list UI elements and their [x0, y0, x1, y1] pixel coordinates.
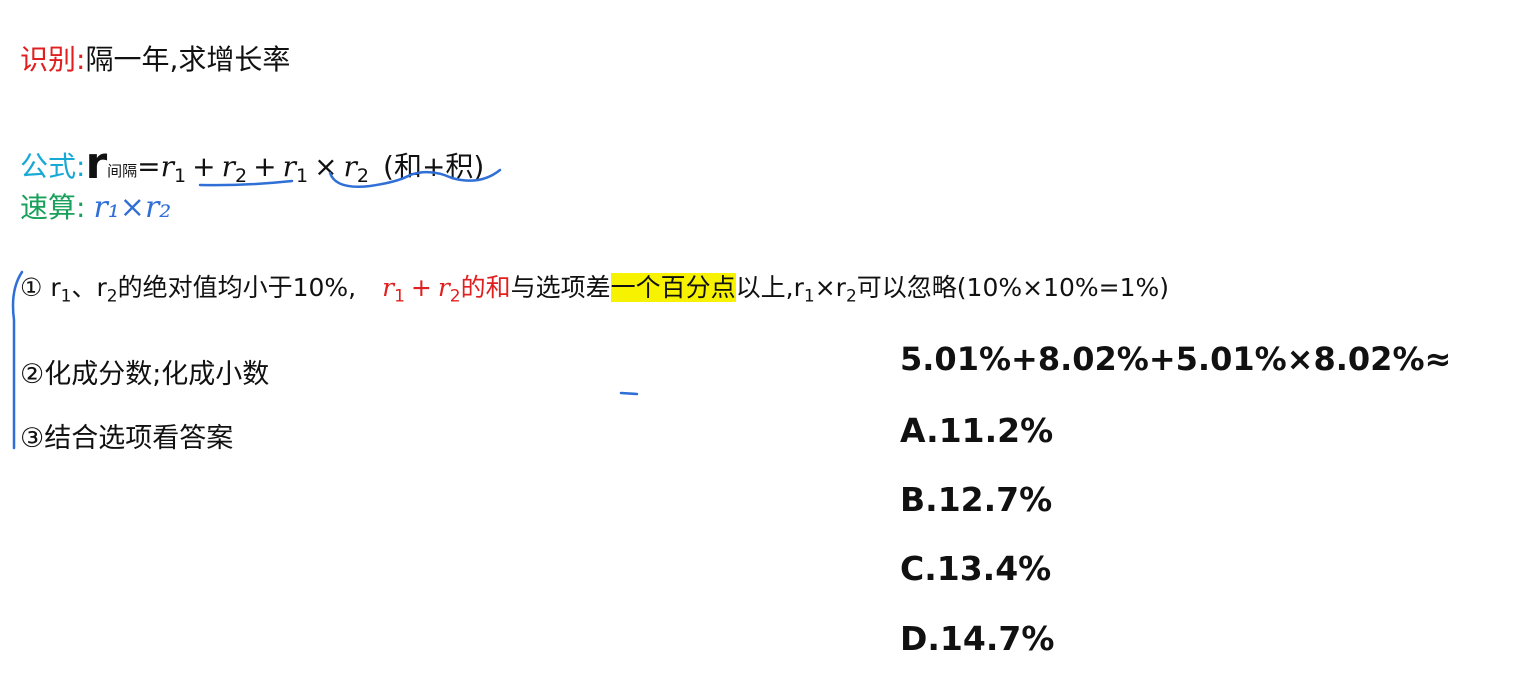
point1-red-formula: r1 + r2的和 [382, 273, 511, 307]
identify-label: 识别: [20, 43, 86, 76]
formula-line: 公式:r间隔=r1 + r2 + r1 × r2 (和+积) [20, 138, 484, 189]
formula-times: × [314, 150, 338, 183]
formula-r2b: r2 [343, 150, 370, 188]
formula-eq: = [137, 150, 161, 183]
quick-label: 速算: [20, 191, 86, 224]
question-expression: 5.01%+8.02%+5.01%×8.02%≈ [900, 340, 1452, 378]
option-d: D.14.7% [900, 619, 1055, 658]
point1-num: ① [20, 273, 43, 302]
point-2: ②化成分数;化成小数 [20, 359, 270, 390]
quick-handwriting: r₁×r₂ [93, 190, 172, 225]
formula-label: 公式: [20, 150, 86, 183]
formula-r1b: r1 [282, 150, 309, 188]
point1-highlight: 一个百分点 [610, 273, 736, 302]
identify-line: 识别:隔一年,求增长率 [20, 38, 290, 78]
ink-dash [619, 391, 639, 396]
option-b: B.12.7% [900, 480, 1053, 519]
formula-r-big: r [85, 138, 108, 189]
point-3: ③结合选项看答案 [20, 423, 234, 454]
option-a: A.11.2% [900, 411, 1054, 450]
formula-r-sub: 间隔 [107, 162, 138, 180]
formula-r2: r2 [221, 150, 248, 188]
identify-text: 隔一年,求增长率 [85, 43, 291, 76]
option-c: C.13.4% [900, 549, 1052, 588]
formula-note: (和+积) [383, 150, 485, 183]
point-1: ① r1、r2的绝对值均小于10%, r1 + r2的和与选项差一个百分点以上,r1×… [20, 273, 1169, 307]
formula-plus2: + [253, 150, 277, 183]
formula-plus: + [192, 150, 216, 183]
formula-r1: r1 [160, 150, 187, 188]
quick-line: 速算: r₁×r₂ [20, 186, 171, 226]
